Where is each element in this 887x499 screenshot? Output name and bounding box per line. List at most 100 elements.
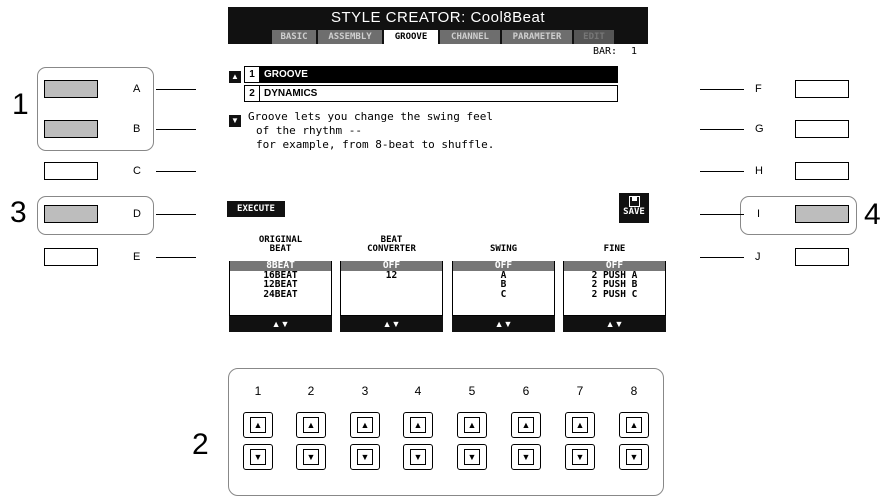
button-f[interactable] xyxy=(795,80,849,98)
button-g[interactable] xyxy=(795,120,849,138)
button-4-down[interactable]: ▼ xyxy=(403,444,433,470)
tab-edit[interactable]: EDIT xyxy=(574,30,614,44)
button-7-down[interactable]: ▼ xyxy=(565,444,595,470)
button-3-up[interactable]: ▲ xyxy=(350,412,380,438)
screen-title: STYLE CREATOR: Cool8Beat xyxy=(228,7,648,28)
value-list[interactable]: OFF 2 PUSH A 2 PUSH B 2 PUSH C xyxy=(563,261,666,316)
up-down-arrow-icon[interactable]: ▲▼ xyxy=(229,316,332,332)
leader-b xyxy=(156,129,196,130)
bar-label: BAR: xyxy=(593,46,618,57)
button-1-down[interactable]: ▼ xyxy=(243,444,273,470)
description-line-1: Groove lets you change the swing feel xyxy=(248,110,494,123)
button-7-up[interactable]: ▲ xyxy=(565,412,595,438)
callout-3: 3 xyxy=(10,196,27,229)
tab-basic[interactable]: BASIC xyxy=(272,30,316,44)
button-6-down[interactable]: ▼ xyxy=(511,444,541,470)
button-8-down[interactable]: ▼ xyxy=(619,444,649,470)
button-a[interactable] xyxy=(44,80,98,98)
description-line-2: of the rhythm -- xyxy=(256,124,362,137)
value-list[interactable]: 8BEAT 16BEAT 12BEAT 24BEAT xyxy=(229,261,332,316)
up-arrow-icon: ▲ xyxy=(303,417,319,433)
button-number: 2 xyxy=(307,384,315,398)
up-arrow-icon: ▲ xyxy=(626,417,642,433)
leader-d xyxy=(156,214,196,215)
value-item: 24BEAT xyxy=(263,288,298,300)
bar-value: 1 xyxy=(631,46,638,57)
button-number: 7 xyxy=(576,384,584,398)
button-j[interactable] xyxy=(795,248,849,266)
button-c[interactable] xyxy=(44,162,98,180)
menu-item-number: 1 xyxy=(245,67,260,82)
button-column-7: 7 ▲ ▼ xyxy=(565,384,595,470)
down-arrow-icon: ▼ xyxy=(410,449,426,465)
leader-e xyxy=(156,257,196,258)
down-arrow-icon: ▼ xyxy=(303,449,319,465)
button-d[interactable] xyxy=(44,205,98,223)
leader-g xyxy=(700,129,744,130)
label-h: H xyxy=(755,165,763,177)
up-arrow-icon: ▲ xyxy=(572,417,588,433)
tab-bar: BASIC ASSEMBLY GROOVE CHANNEL PARAMETER … xyxy=(228,28,648,44)
label-a: A xyxy=(133,83,141,95)
tab-groove[interactable]: GROOVE xyxy=(384,30,438,44)
value-item: 2 PUSH C xyxy=(591,288,638,300)
button-e[interactable] xyxy=(44,248,98,266)
menu-item-groove[interactable]: 1 GROOVE xyxy=(244,66,618,83)
up-down-arrow-icon[interactable]: ▲▼ xyxy=(563,316,666,332)
callout-1: 1 xyxy=(12,88,29,121)
button-8-up[interactable]: ▲ xyxy=(619,412,649,438)
column-head-2: CONVERTER xyxy=(367,244,416,254)
column-head-2: BEAT xyxy=(269,244,292,254)
value-item: C xyxy=(500,288,507,300)
up-down-arrow-icon[interactable]: ▲▼ xyxy=(452,316,555,332)
up-down-arrow-icon[interactable]: ▲▼ xyxy=(340,316,443,332)
down-arrow-icon: ▼ xyxy=(250,449,266,465)
button-h[interactable] xyxy=(795,162,849,180)
column-beat-converter: BEAT CONVERTER OFF 12 ▲▼ xyxy=(340,236,443,332)
menu-up-arrow-icon[interactable]: ▲ xyxy=(229,71,241,83)
leader-i xyxy=(700,214,744,215)
value-list[interactable]: OFF A B C xyxy=(452,261,555,316)
down-arrow-icon: ▼ xyxy=(518,449,534,465)
menu-item-label: DYNAMICS xyxy=(264,88,318,99)
leader-f xyxy=(700,89,744,90)
save-label: SAVE xyxy=(623,207,645,217)
label-g: G xyxy=(755,123,764,135)
down-arrow-icon: ▼ xyxy=(464,449,480,465)
callout-4: 4 xyxy=(864,198,881,231)
button-4-up[interactable]: ▲ xyxy=(403,412,433,438)
button-5-up[interactable]: ▲ xyxy=(457,412,487,438)
button-5-down[interactable]: ▼ xyxy=(457,444,487,470)
button-b[interactable] xyxy=(44,120,98,138)
tab-parameter[interactable]: PARAMETER xyxy=(502,30,572,44)
button-number: 6 xyxy=(522,384,530,398)
menu-item-dynamics[interactable]: 2 DYNAMICS xyxy=(244,85,618,102)
leader-j xyxy=(700,257,744,258)
button-3-down[interactable]: ▼ xyxy=(350,444,380,470)
button-6-up[interactable]: ▲ xyxy=(511,412,541,438)
lcd-screen: STYLE CREATOR: Cool8Beat BASIC ASSEMBLY … xyxy=(200,0,670,340)
button-2-up[interactable]: ▲ xyxy=(296,412,326,438)
up-arrow-icon: ▲ xyxy=(250,417,266,433)
menu-down-arrow-icon[interactable]: ▼ xyxy=(229,115,241,127)
button-column-4: 4 ▲ ▼ xyxy=(403,384,433,470)
save-button[interactable]: SAVE xyxy=(619,193,649,223)
button-column-8: 8 ▲ ▼ xyxy=(619,384,649,470)
button-1-up[interactable]: ▲ xyxy=(243,412,273,438)
up-arrow-icon: ▲ xyxy=(518,417,534,433)
leader-h xyxy=(700,171,744,172)
tab-channel[interactable]: CHANNEL xyxy=(440,30,500,44)
button-2-down[interactable]: ▼ xyxy=(296,444,326,470)
button-column-5: 5 ▲ ▼ xyxy=(457,384,487,470)
execute-button[interactable]: EXECUTE xyxy=(227,201,285,217)
button-i[interactable] xyxy=(795,205,849,223)
value-list[interactable]: OFF 12 xyxy=(340,261,443,316)
button-number: 5 xyxy=(468,384,476,398)
label-e: E xyxy=(133,251,141,263)
down-arrow-icon: ▼ xyxy=(572,449,588,465)
button-column-3: 3 ▲ ▼ xyxy=(350,384,380,470)
up-arrow-icon: ▲ xyxy=(410,417,426,433)
tab-assembly[interactable]: ASSEMBLY xyxy=(318,30,382,44)
leader-a xyxy=(156,89,196,90)
value-item: 12 xyxy=(385,269,398,281)
